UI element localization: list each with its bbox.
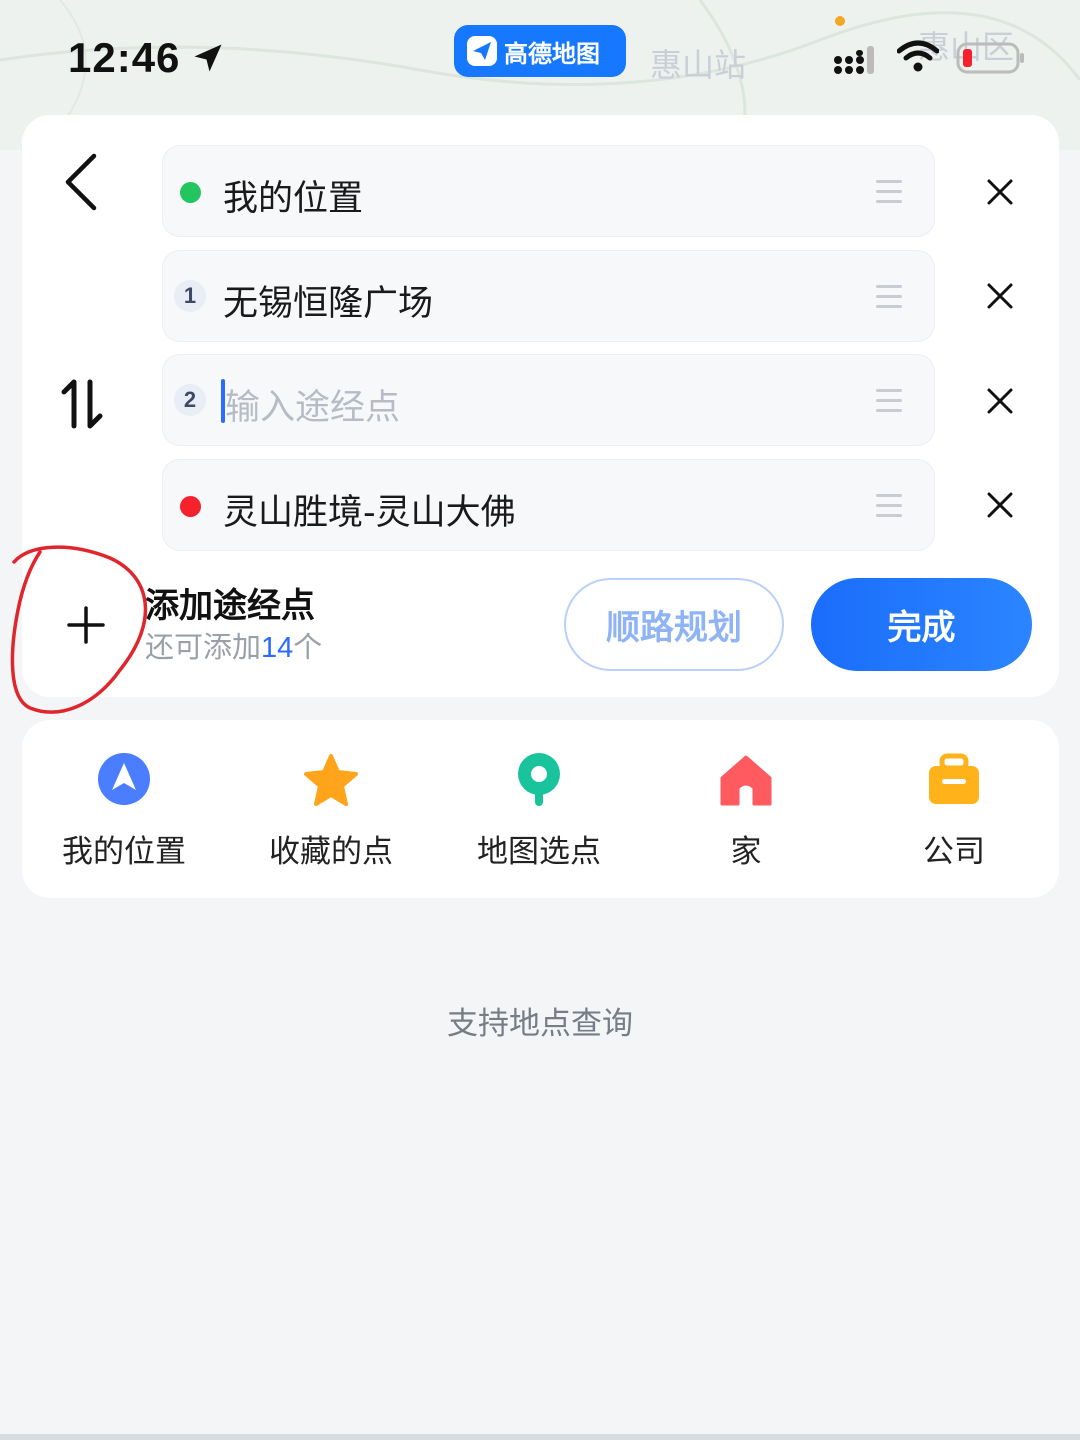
waypoint-number-badge: 1 [174,280,206,312]
star-icon [304,754,358,806]
drag-handle-icon[interactable] [876,285,902,309]
start-dot [180,182,201,203]
status-time: 12:46 [68,34,181,81]
status-bar: 12:46 高德地图 [0,0,1080,110]
navigation-arrow-icon [98,753,150,805]
drag-handle-icon[interactable] [876,494,902,518]
waypoint-number-badge: 2 [174,384,206,416]
stop-label: 我的位置 [223,179,364,219]
briefcase-icon [929,753,979,804]
shortcut-label: 收藏的点 [269,834,393,870]
remove-stop-close-icon[interactable] [986,387,1014,415]
map-pin-icon [518,753,560,806]
search-hint-text: 支持地点查询 [447,1006,633,1042]
remove-stop-close-icon[interactable] [986,282,1014,310]
stop-label: 无锡恒隆广场 [223,284,434,324]
remaining-suffix: 个 [293,630,323,664]
remaining-count: 14 [261,632,294,664]
add-waypoint-remaining: 还可添加14个 [145,624,322,666]
remove-stop-close-icon[interactable] [986,491,1014,519]
drag-handle-icon[interactable] [876,180,902,204]
shortcut-label: 地图选点 [477,834,601,870]
route-stop-start[interactable]: 我的位置 [162,145,935,237]
shortcut-label: 家 [730,834,762,870]
cellular-signal-icon [834,46,874,74]
route-stop-destination[interactable]: 灵山胜境-灵山大佛 [162,459,935,551]
home-icon [720,755,772,806]
shortcut-home[interactable]: 家 [666,752,826,872]
shortcut-pick-on-map[interactable]: 地图选点 [459,752,619,872]
shortcut-label: 我的位置 [62,834,186,870]
back-to-app-pill[interactable]: 高德地图 [454,25,626,77]
destination-dot [180,496,201,517]
wifi-icon [897,40,939,72]
bottom-edge [0,1434,1080,1440]
location-arrow-icon [194,44,222,72]
shortcut-label: 公司 [923,834,985,870]
app-name: 高德地图 [504,39,600,68]
waypoint-input-placeholder[interactable]: 输入途经点 [225,379,400,430]
red-annotation-circle [10,545,148,714]
back-chevron-icon[interactable] [60,150,104,214]
done-button[interactable]: 完成 [811,578,1032,671]
route-plan-button[interactable]: 顺路规划 [564,578,784,671]
stop-label: 灵山胜境-灵山大佛 [223,493,516,533]
swap-direction-icon[interactable] [60,378,110,430]
app-logo-icon [467,36,497,66]
add-waypoint-title[interactable]: 添加途经点 [145,578,315,627]
shortcut-favorites[interactable]: 收藏的点 [251,752,411,872]
remove-stop-close-icon[interactable] [986,178,1014,206]
drag-handle-icon[interactable] [876,389,902,413]
route-stop-waypoint-1[interactable]: 1 无锡恒隆广场 [162,250,935,342]
waypoint-input-field[interactable]: 2 输入途经点 [162,354,935,446]
shortcut-company[interactable]: 公司 [874,752,1034,872]
battery-icon [956,42,1024,74]
privacy-indicator-dot [835,16,845,26]
shortcut-my-location[interactable]: 我的位置 [44,752,204,872]
